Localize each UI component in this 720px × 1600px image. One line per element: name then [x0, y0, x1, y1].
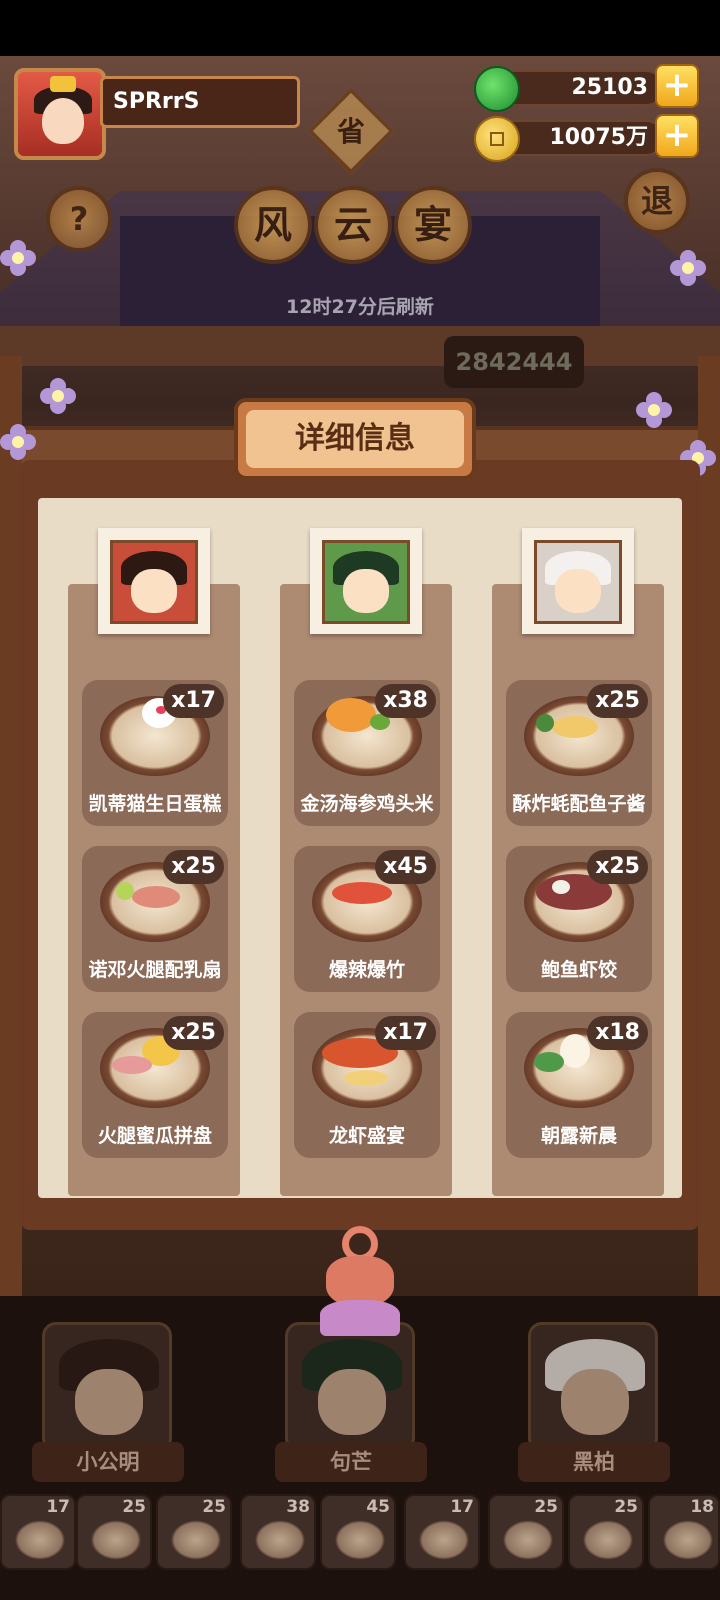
chef-name-2: 句芒	[275, 1442, 427, 1482]
chef-name-3: 黑柏	[518, 1442, 670, 1482]
title-char-2: 云	[314, 186, 392, 264]
dish-quantity: x25	[163, 850, 224, 884]
slot-quantity: 38	[286, 1497, 310, 1517]
chinese-knot-icon[interactable]	[320, 1226, 400, 1336]
exit-button[interactable]: 退	[624, 168, 690, 234]
slot-quantity: 45	[366, 1497, 390, 1517]
dish-slot[interactable]: 25	[156, 1494, 232, 1570]
dish-name: 朝露新晨	[540, 1125, 617, 1147]
dish-name: 酥炸蚝配鱼子酱	[512, 793, 646, 815]
dish-name: 诺邓火腿配乳扇	[88, 959, 222, 981]
dish-card[interactable]: x25 火腿蜜瓜拼盘	[82, 1012, 228, 1158]
dish-quantity: x45	[375, 850, 436, 884]
chef-name-1: 小公明	[32, 1442, 184, 1482]
flower-decoration	[40, 378, 76, 414]
dish-quantity: x25	[587, 850, 648, 884]
dish-name: 凯蒂猫生日蛋糕	[88, 793, 222, 815]
dish-slot[interactable]: 25	[76, 1494, 152, 1570]
dish-card[interactable]: x18 朝露新晨	[506, 1012, 652, 1158]
chef-portrait-3	[522, 528, 634, 634]
dish-slot[interactable]: 38	[240, 1494, 316, 1570]
dish-quantity: x25	[163, 1016, 224, 1050]
coin-icon	[474, 116, 520, 162]
dish-name: 爆辣爆竹	[328, 959, 405, 981]
add-jade-button[interactable]: +	[655, 64, 699, 108]
dish-card[interactable]: x17 凯蒂猫生日蛋糕	[82, 680, 228, 826]
score-display: 2842444	[444, 336, 584, 388]
add-coins-button[interactable]: +	[655, 114, 699, 158]
jade-icon	[474, 66, 520, 112]
dish-slot[interactable]: 45	[320, 1494, 396, 1570]
flower-decoration	[0, 240, 36, 276]
chef-card-1[interactable]	[42, 1322, 172, 1452]
dish-card[interactable]: x25 酥炸蚝配鱼子酱	[506, 680, 652, 826]
dish-card[interactable]: x38 金汤海参鸡头米	[294, 680, 440, 826]
dish-quantity: x18	[587, 1016, 648, 1050]
title-char-3: 宴	[394, 186, 472, 264]
slot-quantity: 17	[46, 1497, 70, 1517]
dish-quantity: x17	[375, 1016, 436, 1050]
title-char-1: 风	[234, 186, 312, 264]
slot-quantity: 18	[690, 1497, 714, 1517]
slot-quantity: 25	[614, 1497, 638, 1517]
chef-card-3[interactable]	[528, 1322, 658, 1452]
chef-portrait-1	[98, 528, 210, 634]
dish-slot[interactable]: 17	[0, 1494, 76, 1570]
dish-quantity: x17	[163, 684, 224, 718]
chef-portrait-2	[310, 528, 422, 634]
dish-name: 鲍鱼虾饺	[540, 959, 617, 981]
flower-decoration	[670, 250, 706, 286]
province-label: 省	[336, 115, 365, 148]
player-avatar[interactable]	[14, 68, 106, 160]
dish-quantity: x25	[587, 684, 648, 718]
refresh-timer: 12时27分后刷新	[286, 296, 434, 318]
slot-quantity: 25	[534, 1497, 558, 1517]
dish-name: 火腿蜜瓜拼盘	[97, 1125, 212, 1147]
flower-decoration	[0, 424, 36, 460]
dish-quantity: x38	[375, 684, 436, 718]
slot-quantity: 25	[202, 1497, 226, 1517]
dish-card[interactable]: x17 龙虾盛宴	[294, 1012, 440, 1158]
panel-header: 详细信息	[234, 398, 476, 480]
flower-decoration	[636, 392, 672, 428]
dish-slot[interactable]: 25	[488, 1494, 564, 1570]
dish-card[interactable]: x45 爆辣爆竹	[294, 846, 440, 992]
dish-slot[interactable]: 25	[568, 1494, 644, 1570]
dish-name: 金汤海参鸡头米	[300, 793, 434, 815]
dish-card[interactable]: x25 鲍鱼虾饺	[506, 846, 652, 992]
player-name: SPRrrS	[100, 76, 300, 128]
dish-slot[interactable]: 18	[648, 1494, 720, 1570]
help-button[interactable]: ?	[46, 186, 112, 252]
slot-quantity: 17	[450, 1497, 474, 1517]
dish-slot[interactable]: 17	[404, 1494, 480, 1570]
dish-card[interactable]: x25 诺邓火腿配乳扇	[82, 846, 228, 992]
dish-name: 龙虾盛宴	[328, 1125, 405, 1147]
status-bar	[0, 0, 720, 56]
chef-card-2[interactable]	[285, 1322, 415, 1452]
slot-quantity: 25	[122, 1497, 146, 1517]
panel-title: 详细信息	[246, 410, 464, 468]
